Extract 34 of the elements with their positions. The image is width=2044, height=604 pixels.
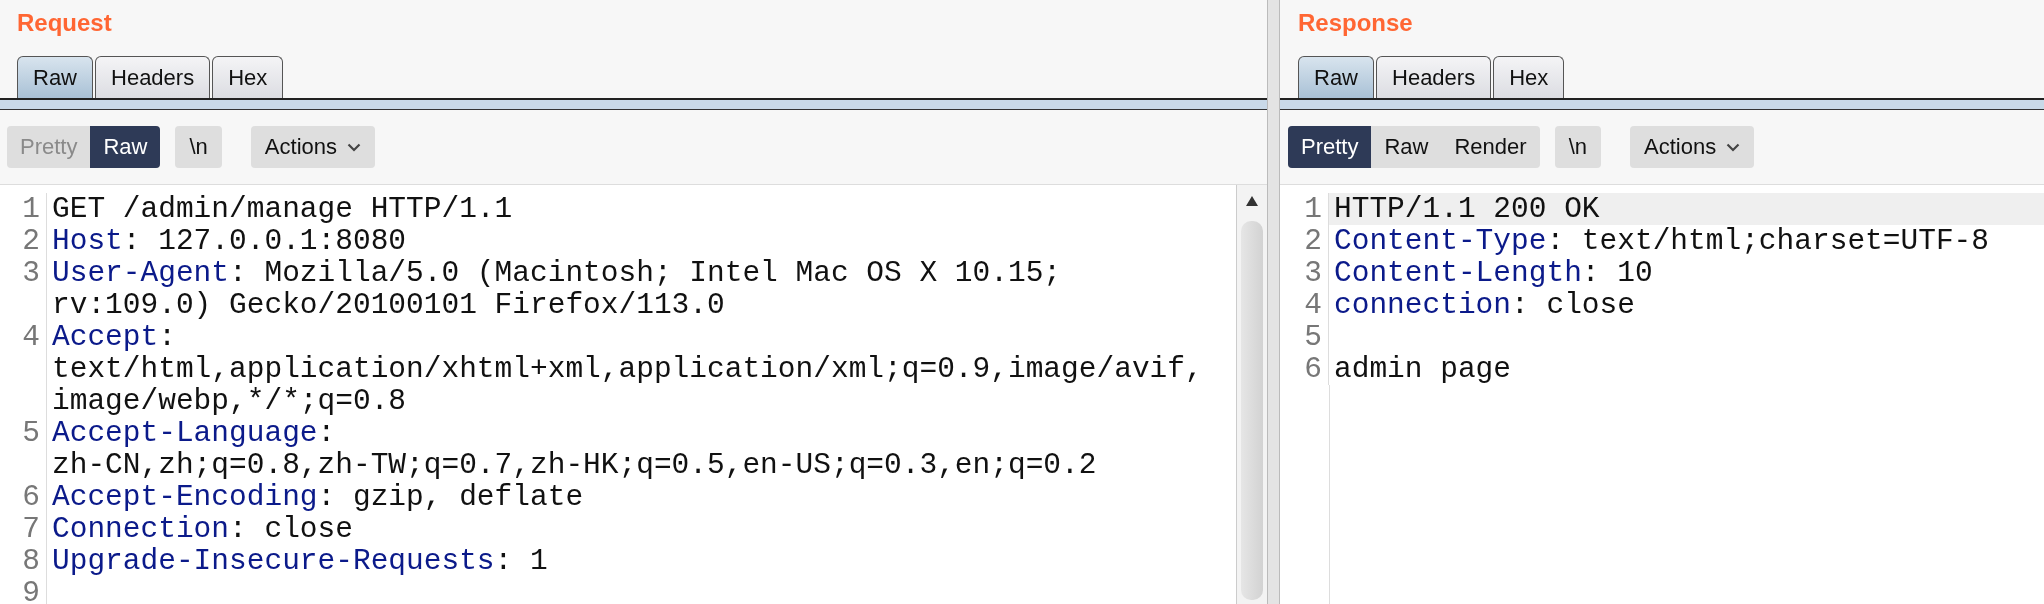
actions-button[interactable]: Actions <box>1630 126 1755 168</box>
tab[interactable]: Hex <box>1493 56 1565 98</box>
tab[interactable]: Headers <box>95 56 211 98</box>
code-line: Content-Type: text/html;charset=UTF-8 <box>1333 225 1989 257</box>
tab[interactable]: Hex <box>212 56 284 98</box>
scroll-up-icon <box>1245 195 1259 207</box>
pane-title: Response <box>1298 8 1414 38</box>
newline-toggle[interactable]: \n <box>1554 126 1601 168</box>
code-line: Host: 127.0.0.1:8080 <box>51 225 407 257</box>
code-line: HTTP/1.1 200 OK <box>1333 193 1600 225</box>
line-number: 1 <box>1280 193 1329 225</box>
actions-button[interactable]: Actions <box>250 126 375 168</box>
scrollbar[interactable] <box>1236 185 1267 604</box>
chevron-down-icon <box>347 142 361 152</box>
view-mode-button[interactable]: Render <box>1441 126 1540 168</box>
code-line: User-Agent: Mozilla/5.0 (Macintosh; Intel Mac OS X 10.15; rv:109.0) Gecko/20100101 Firefox/113.0 <box>51 257 1062 321</box>
code-line: Connection: close <box>51 513 353 545</box>
code-line: GET /admin/manage HTTP/1.1 <box>51 193 513 225</box>
code-line: Content-Length: 10 <box>1333 257 1653 289</box>
code-line: Upgrade-Insecure-Requests: 1 <box>51 545 548 577</box>
tab[interactable]: Raw <box>17 56 93 98</box>
pane-title: Request <box>17 8 113 38</box>
view-mode-button[interactable]: Raw <box>90 126 161 168</box>
tab[interactable]: Raw <box>1298 56 1374 98</box>
code-line: admin page <box>1333 353 1512 385</box>
code-line: Accept-Encoding: gzip, deflate <box>51 481 584 513</box>
view-mode-button[interactable]: Pretty <box>1288 126 1372 168</box>
chevron-down-icon <box>1726 142 1741 152</box>
code-line: connection: close <box>1333 289 1635 321</box>
code-line: Accept: text/html,application/xhtml+xml,application/xml;q=0.9,image/avif, image/webp,*/*;q=0.8 <box>51 321 1203 417</box>
view-mode-button[interactable]: Raw <box>1371 126 1442 168</box>
tab[interactable]: Headers <box>1376 56 1492 98</box>
newline-toggle[interactable]: \n <box>175 126 222 168</box>
code-line: Accept-Language: zh-CN,zh;q=0.8,zh-TW;q=0.7,zh-HK;q=0.5,en-US;q=0.3,en;q=0.2 <box>51 417 1097 481</box>
